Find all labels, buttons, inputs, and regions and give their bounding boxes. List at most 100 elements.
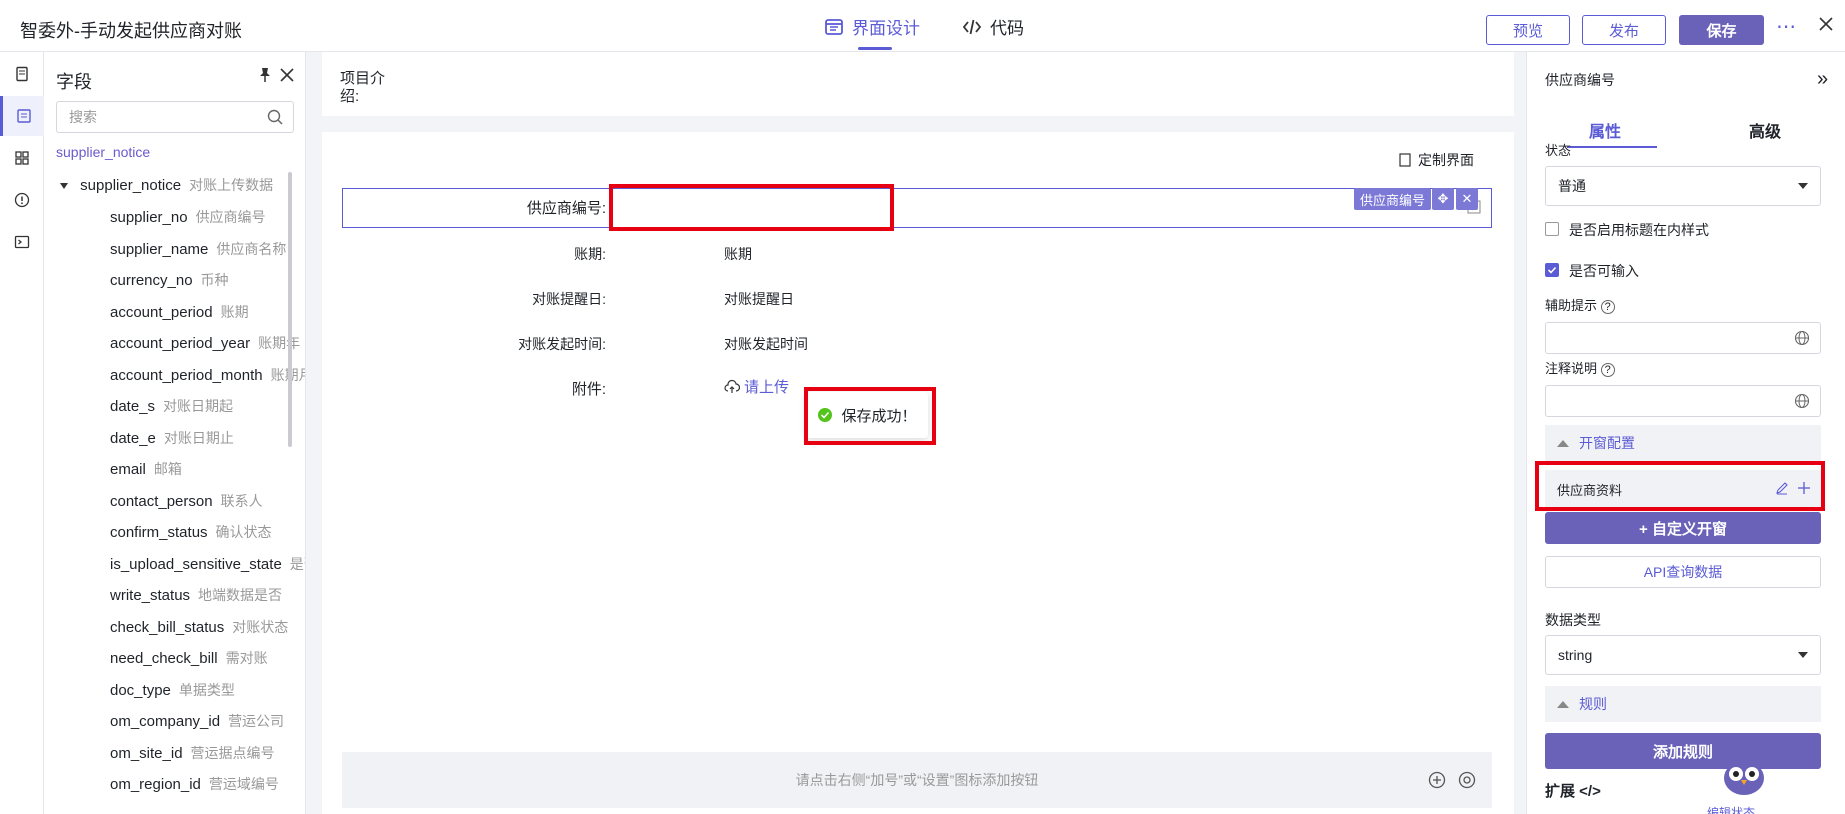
popup-section-label: 开窗配置 — [1579, 435, 1635, 451]
field-name: om_site_id — [110, 744, 183, 762]
field-item[interactable]: is_upload_sensitive_state 是否 — [110, 554, 305, 574]
field-name: supplier_no — [110, 209, 188, 226]
field-item[interactable]: om_region_id 营运域编号 — [110, 774, 279, 794]
field-item[interactable]: supplier_name 供应商名称 — [110, 239, 286, 259]
save-button[interactable]: 保存 — [1679, 15, 1764, 45]
collapse-icon[interactable]: » — [1817, 68, 1828, 91]
field-desc: 营运域编号 — [208, 776, 279, 792]
field-name: account_period_year — [110, 335, 251, 352]
selected-tag: 供应商编号 — [1354, 188, 1432, 210]
field-name: account_period_month — [110, 366, 263, 384]
note-label: 注释说明 ? — [1545, 358, 1615, 377]
field-item[interactable]: om_company_id 营运公司 — [110, 711, 284, 731]
field-item[interactable]: check_bill_status 对账状态 — [110, 617, 288, 637]
scrollbar[interactable] — [288, 172, 292, 447]
field-item[interactable]: email 邮箱 — [110, 459, 182, 479]
inputable-checkbox[interactable] — [1545, 263, 1559, 277]
field-name: date_s — [110, 398, 156, 415]
field-name: write_status — [110, 587, 191, 604]
field-item[interactable]: confirm_status 确认状态 — [110, 522, 272, 542]
inline-title-label: 是否启用标题在内样式 — [1569, 222, 1709, 238]
add-icon[interactable] — [1428, 771, 1446, 789]
form-icon[interactable] — [0, 96, 44, 136]
search-input[interactable]: 搜索 — [56, 101, 294, 133]
close-icon[interactable] — [1818, 16, 1834, 32]
form-card: 定制界面 — [322, 132, 1514, 814]
search-icon[interactable] — [267, 109, 283, 125]
icon-rail — [0, 52, 44, 814]
tab-design[interactable]: 界面设计 — [824, 14, 920, 39]
tree-group[interactable]: supplier_notice 对账上传数据 — [60, 175, 273, 195]
code-icon — [962, 17, 982, 37]
owl-mascot-icon[interactable] — [1721, 752, 1767, 798]
status-label: 状态 — [1545, 143, 1572, 158]
preview-button[interactable]: 预览 — [1486, 15, 1570, 45]
note-input[interactable] — [1545, 385, 1821, 417]
caret-down-icon — [1798, 652, 1808, 658]
field-item[interactable]: write_status 地端数据是否 — [110, 585, 282, 605]
field-item[interactable]: contact_person 联系人 — [110, 491, 263, 511]
field-item[interactable]: account_period_year 账期年 — [110, 333, 300, 353]
globe-icon[interactable] — [1794, 393, 1810, 409]
field-item[interactable]: account_period 账期 — [110, 302, 249, 322]
api-query-button[interactable]: API查询数据 — [1545, 556, 1821, 588]
field-name: check_bill_status — [110, 618, 225, 636]
publish-button[interactable]: 发布 — [1582, 15, 1666, 45]
doc-icon — [1398, 153, 1412, 167]
design-canvas: 项目介绍: 定制界面 供应商编号 ✥ ✕ 供应商编号: 账期: 账期 对账提醒日… — [306, 52, 1526, 814]
tab-underline — [858, 47, 892, 50]
page-icon[interactable] — [0, 54, 44, 94]
form-label-period: 账期: — [574, 246, 606, 262]
field-item[interactable]: date_s 对账日期起 — [110, 396, 233, 416]
form-label-start-time: 对账发起时间: — [518, 336, 606, 352]
search-placeholder: 搜索 — [69, 109, 97, 125]
rules-section-label: 规则 — [1579, 696, 1607, 712]
field-item[interactable]: doc_type 单据类型 — [110, 680, 235, 700]
field-name: need_check_bill — [110, 650, 218, 667]
field-item[interactable]: om_site_id 营运据点编号 — [110, 743, 275, 763]
rules-section-header[interactable]: 规则 — [1545, 686, 1821, 722]
custom-popup-button[interactable]: + 自定义开窗 — [1545, 512, 1821, 544]
popup-section-header[interactable]: 开窗配置 — [1545, 425, 1821, 461]
tree-group-name: supplier_notice — [80, 177, 182, 194]
components-icon[interactable] — [0, 138, 44, 178]
field-item[interactable]: date_e 对账日期止 — [110, 428, 234, 448]
field-name: supplier_name — [110, 240, 209, 258]
props-title: 供应商编号 — [1545, 72, 1615, 88]
field-item[interactable]: need_check_bill 需对账 — [110, 648, 268, 668]
globe-icon[interactable] — [1794, 330, 1810, 346]
tab-attributes[interactable]: 属性 — [1589, 118, 1621, 142]
field-name: is_upload_sensitive_state — [110, 555, 282, 573]
custom-page-link[interactable]: 定制界面 — [1398, 150, 1474, 170]
terminal-icon[interactable] — [0, 222, 44, 262]
field-panel: 字段 搜索 supplier_notice supplier_notice 对账上… — [44, 52, 306, 814]
form-value-period: 账期 — [724, 246, 752, 262]
close-panel-icon[interactable] — [280, 68, 294, 82]
inline-title-checkbox[interactable] — [1545, 222, 1559, 236]
field-desc: 确认状态 — [215, 524, 272, 540]
field-name: contact_person — [110, 492, 213, 510]
move-icon[interactable]: ✥ — [1432, 188, 1454, 210]
data-type-label: 数据类型 — [1545, 612, 1601, 628]
add-rule-button[interactable]: 添加规则 — [1545, 733, 1821, 769]
tab-advanced[interactable]: 高级 — [1749, 118, 1781, 142]
status-select[interactable]: 普通 — [1545, 166, 1821, 206]
tree-root[interactable]: supplier_notice — [56, 144, 150, 160]
field-desc: 账期 — [220, 303, 249, 320]
data-type-select[interactable]: string — [1545, 635, 1821, 675]
alert-icon[interactable] — [0, 180, 44, 220]
field-item[interactable]: account_period_month账期月 — [110, 365, 305, 385]
field-item[interactable]: supplier_no 供应商编号 — [110, 207, 266, 227]
pin-icon[interactable] — [256, 66, 274, 84]
delete-icon[interactable]: ✕ — [1456, 188, 1478, 210]
field-desc: 需对账 — [225, 650, 268, 666]
caret-up-icon — [1557, 439, 1569, 447]
more-icon[interactable]: ⋯ — [1776, 14, 1796, 39]
tab-code[interactable]: 代码 — [962, 14, 1024, 39]
settings-icon[interactable] — [1458, 771, 1476, 789]
upload-button[interactable]: 请上传 — [724, 376, 789, 397]
hint-input[interactable] — [1545, 322, 1821, 354]
tab-design-label: 界面设计 — [852, 19, 920, 38]
field-item[interactable]: currency_no 币种 — [110, 270, 229, 290]
field-desc: 对账日期起 — [163, 398, 234, 414]
